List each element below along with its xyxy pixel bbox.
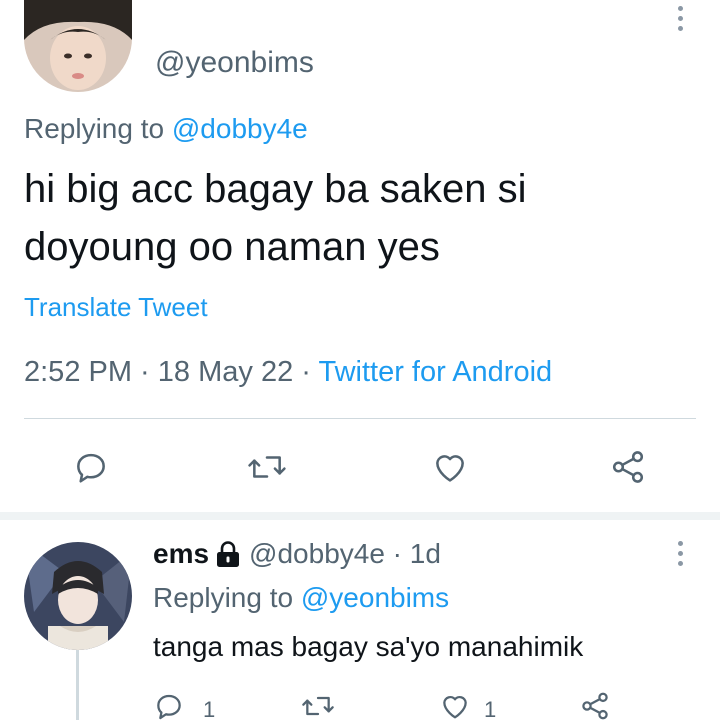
more-options-icon[interactable]	[668, 6, 692, 31]
replying-to: Replying to @yeonbims	[153, 582, 449, 614]
avatar-image	[24, 0, 132, 92]
replying-prefix: Replying to	[153, 582, 301, 613]
like-icon[interactable]	[430, 448, 470, 486]
retweet-icon[interactable]	[246, 448, 288, 486]
reply-header: ems @dobby4e · 1d	[153, 538, 441, 570]
tweet-text: hi big acc bagay ba saken si doyoung oo …	[24, 167, 527, 269]
replying-to: Replying to @dobby4e	[24, 113, 308, 145]
reply-count: 1	[203, 697, 216, 720]
tweet-source-link[interactable]: Twitter for Android	[318, 356, 552, 388]
lock-icon	[215, 540, 241, 568]
replying-prefix: Replying to	[24, 113, 172, 144]
thread-separator	[0, 512, 720, 520]
reply-icon[interactable]	[72, 448, 110, 486]
share-icon[interactable]	[578, 690, 612, 720]
avatar-image	[24, 542, 132, 650]
retweet-icon[interactable]	[300, 690, 336, 720]
author-handle[interactable]: @yeonbims	[155, 46, 314, 80]
share-icon[interactable]	[608, 448, 648, 486]
like-count: 1	[484, 697, 497, 720]
meta-separator: ·	[293, 356, 319, 388]
tweet-meta: 2:52 PM · 18 May 22 · Twitter for Androi…	[24, 356, 552, 389]
translate-tweet-link[interactable]: Translate Tweet	[24, 292, 208, 323]
reply-icon[interactable]	[153, 690, 185, 720]
reply-author-name[interactable]: ems	[153, 538, 209, 570]
more-options-icon[interactable]	[668, 541, 692, 566]
thread-line	[76, 650, 79, 720]
meta-separator: ·	[132, 356, 158, 388]
tweet-date[interactable]: 18 May 22	[158, 356, 293, 388]
replying-to-link[interactable]: @dobby4e	[172, 113, 308, 144]
avatar-yeonbims[interactable]	[24, 0, 132, 92]
replying-to-link[interactable]: @yeonbims	[301, 582, 449, 613]
like-icon[interactable]	[438, 690, 472, 720]
tweet-time[interactable]: 2:52 PM	[24, 356, 132, 388]
divider	[24, 418, 696, 419]
avatar-ems[interactable]	[24, 542, 132, 650]
reply-handle-time[interactable]: @dobby4e · 1d	[249, 538, 441, 570]
tweet-text: tanga mas bagay sa'yo manahimik	[153, 631, 584, 662]
